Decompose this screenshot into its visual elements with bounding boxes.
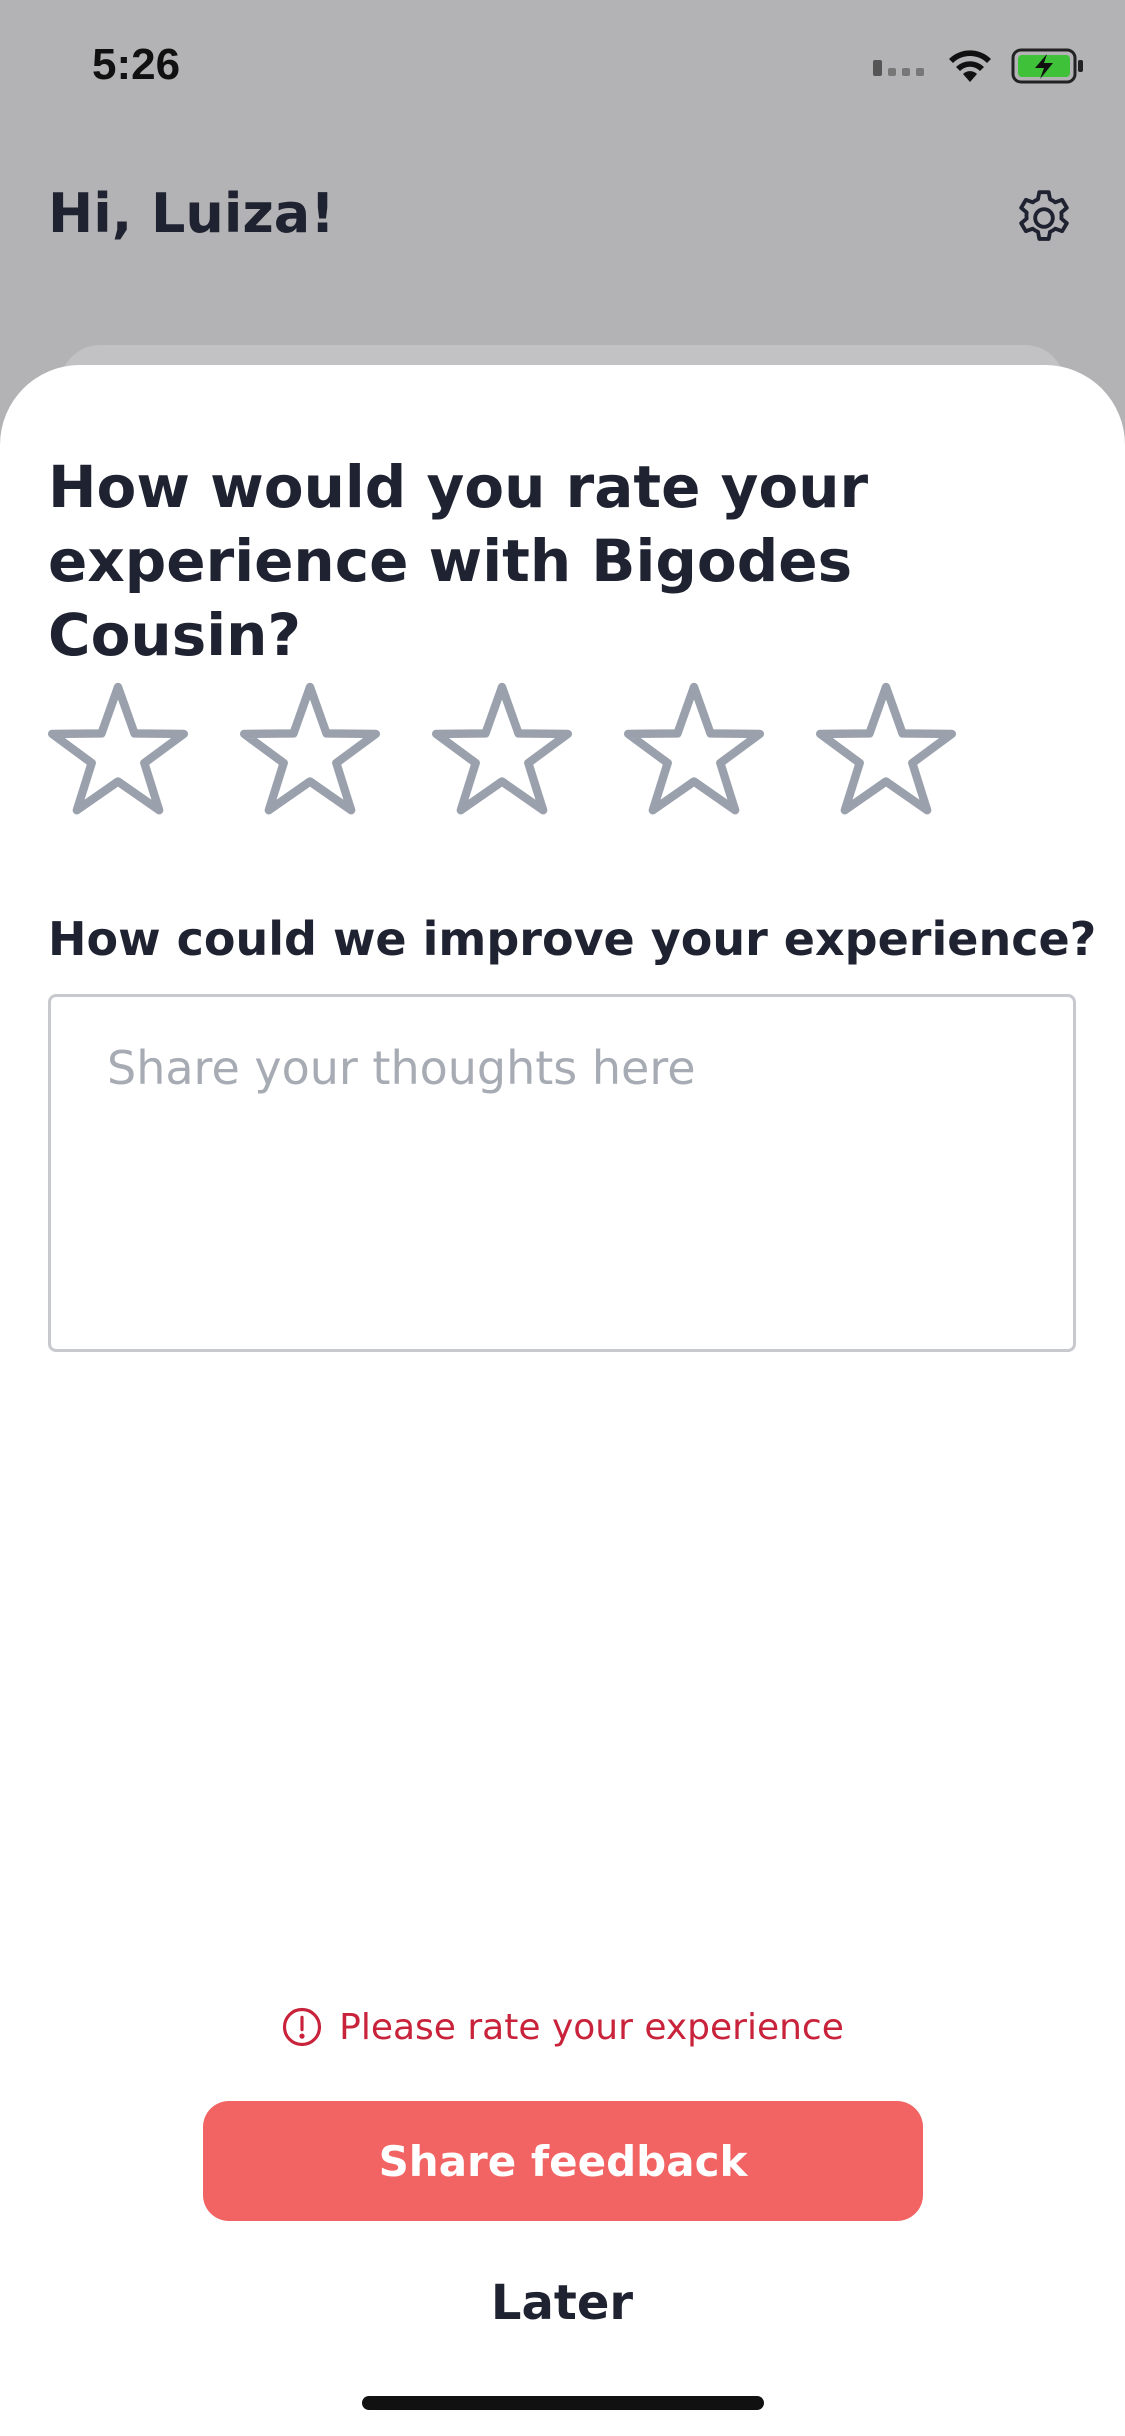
status-bar: 5:26 [0, 0, 1125, 140]
star-3-button[interactable] [432, 680, 572, 820]
star-5-button[interactable] [816, 680, 956, 820]
status-time: 5:26 [92, 40, 181, 89]
star-4-button[interactable] [624, 680, 764, 820]
settings-button[interactable] [1011, 185, 1077, 251]
alert-circle-icon [283, 2007, 322, 2047]
error-message: Please rate your experience [0, 2006, 1125, 2048]
rating-question: How would you rate your experience with … [48, 453, 869, 669]
battery-charging-icon [1011, 48, 1083, 84]
status-icons [873, 48, 1085, 84]
star-2-button[interactable] [240, 680, 380, 820]
feedback-textarea[interactable] [48, 994, 1076, 1352]
star-1-button[interactable] [48, 680, 188, 820]
signal-icon [873, 60, 924, 76]
gear-icon [1019, 190, 1069, 241]
home-indicator[interactable] [362, 2396, 764, 2410]
star-rating [48, 680, 956, 820]
wifi-icon [949, 50, 991, 82]
error-text: Please rate your experience [339, 2006, 844, 2048]
improve-label: How could we improve your experience? [48, 912, 1097, 966]
later-button[interactable]: Later [362, 2268, 762, 2338]
share-feedback-button[interactable]: Share feedback [203, 2101, 923, 2221]
greeting: Hi, Luiza! [48, 182, 335, 245]
